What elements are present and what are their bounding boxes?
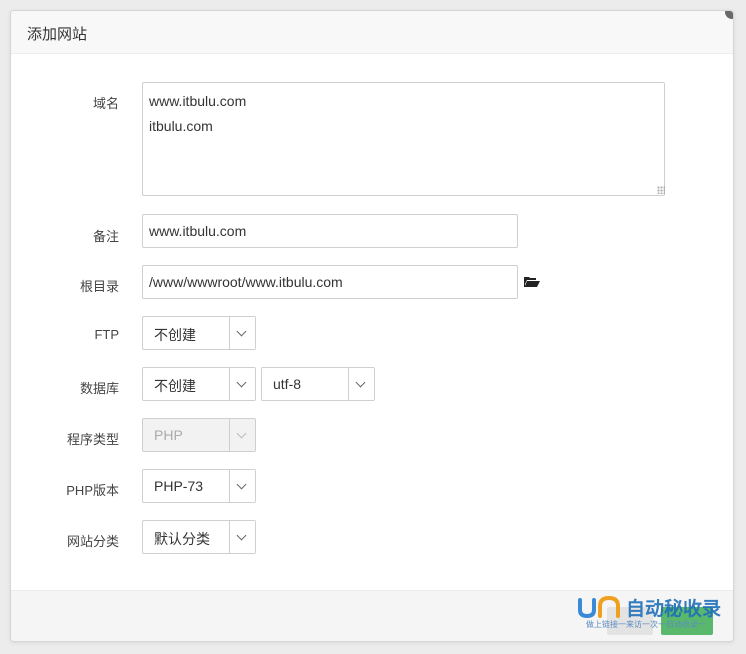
add-website-dialog: 添加网站 域名 www.itbulu.com itbulu.com 备注 www…: [10, 10, 734, 642]
site-category-label: 网站分类: [66, 534, 119, 549]
root-dir-label: 根目录: [79, 279, 119, 294]
chevron-down-icon: [229, 317, 255, 349]
database-select-value: 不创建: [154, 378, 196, 394]
chevron-down-icon: [348, 368, 374, 400]
ftp-select[interactable]: 不创建: [142, 316, 256, 350]
database-select[interactable]: 不创建: [142, 367, 256, 401]
site-category-select-value: 默认分类: [154, 531, 210, 547]
domain-label: 域名: [92, 96, 119, 111]
submit-button[interactable]: [661, 607, 713, 635]
php-version-select-value: PHP-73: [154, 478, 204, 494]
dialog-header: 添加网站: [11, 11, 733, 54]
dialog-title: 添加网站: [27, 26, 88, 43]
ftp-label: FTP: [94, 327, 119, 342]
resize-grip-icon[interactable]: [657, 186, 665, 194]
php-version-select[interactable]: PHP-73: [142, 469, 256, 503]
ftp-select-value: 不创建: [154, 327, 196, 343]
chevron-down-icon: [229, 470, 255, 502]
remark-label: 备注: [92, 229, 119, 244]
program-type-select-value: PHP: [154, 427, 183, 443]
chevron-down-icon: [229, 419, 255, 451]
charset-select-value: utf-8: [273, 376, 302, 392]
root-dir-input[interactable]: /www/wwwroot/www.itbulu.com: [142, 265, 518, 299]
cancel-button[interactable]: [607, 607, 653, 635]
domain-textarea[interactable]: www.itbulu.com itbulu.com: [142, 82, 665, 196]
dialog-footer: [11, 590, 733, 641]
program-type-label: 程序类型: [66, 432, 119, 447]
remark-input[interactable]: www.itbulu.com: [142, 214, 518, 248]
database-label: 数据库: [79, 381, 119, 396]
php-version-label: PHP版本: [66, 483, 119, 498]
chevron-down-icon: [229, 368, 255, 400]
folder-open-icon[interactable]: [524, 277, 540, 287]
program-type-select: PHP: [142, 418, 256, 452]
site-category-select[interactable]: 默认分类: [142, 520, 256, 554]
charset-select[interactable]: utf-8: [261, 367, 375, 401]
chevron-down-icon: [229, 521, 255, 553]
